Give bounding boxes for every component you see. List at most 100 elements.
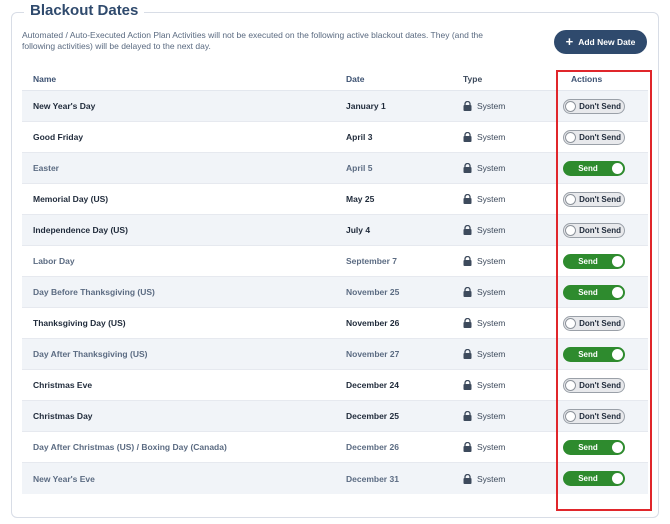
type-label: System: [477, 380, 506, 390]
lock-icon: [463, 101, 472, 111]
action-cell: Don't Send: [563, 315, 648, 331]
table-row: Memorial Day (US) May 25 System Don't Send: [22, 184, 648, 215]
send-toggle[interactable]: Send: [563, 346, 625, 362]
action-cell: Send: [563, 471, 648, 486]
holiday-date: September 7: [346, 256, 398, 266]
holiday-name: Easter: [33, 163, 59, 173]
lock-icon: [463, 318, 472, 328]
toggle-label: Send: [578, 474, 598, 483]
holiday-date: May 25: [346, 194, 375, 204]
action-cell: Send: [563, 346, 648, 362]
toggle-label: Don't Send: [579, 380, 621, 390]
toggle-label: Don't Send: [579, 318, 621, 328]
send-toggle[interactable]: Don't Send: [563, 129, 625, 145]
action-cell: Send: [563, 284, 648, 300]
type-label: System: [477, 132, 506, 142]
action-cell: Don't Send: [563, 377, 648, 393]
toggle-knob: [612, 255, 623, 267]
panel-title: Blackout Dates: [24, 2, 145, 19]
action-cell: Don't Send: [563, 98, 648, 114]
holiday-date: December 24: [346, 380, 399, 390]
send-toggle[interactable]: Send: [563, 284, 625, 300]
table-row: Day After Christmas (US) / Boxing Day (C…: [22, 432, 648, 463]
type-label: System: [477, 411, 506, 421]
holiday-name: Good Friday: [33, 132, 84, 142]
lock-icon: [463, 132, 472, 142]
send-toggle[interactable]: Don't Send: [563, 408, 625, 424]
lock-icon: [463, 225, 472, 235]
toggle-label: Don't Send: [579, 101, 621, 111]
add-new-date-button[interactable]: + Add New Date: [554, 30, 647, 54]
send-toggle[interactable]: Send: [563, 253, 625, 269]
holiday-name: Day After Christmas (US) / Boxing Day (C…: [33, 442, 227, 452]
add-new-date-label: Add New Date: [578, 37, 636, 47]
toggle-label: Send: [578, 442, 598, 452]
holiday-type: System: [463, 132, 563, 142]
send-toggle[interactable]: Send: [563, 439, 625, 455]
toggle-knob: [612, 162, 623, 174]
holiday-type: System: [463, 473, 563, 484]
holiday-type: System: [463, 101, 563, 111]
type-label: System: [477, 287, 506, 297]
type-label: System: [477, 349, 506, 359]
column-header-date: Date: [346, 74, 365, 84]
lock-icon: [463, 287, 472, 297]
holiday-date: November 26: [346, 318, 400, 328]
type-label: System: [477, 163, 506, 173]
toggle-label: Don't Send: [579, 411, 621, 421]
holiday-name: Day After Thanksgiving (US): [33, 349, 148, 359]
send-toggle[interactable]: Don't Send: [563, 191, 625, 207]
table-row: Thanksgiving Day (US) November 26 System Do…: [22, 308, 648, 339]
send-toggle[interactable]: Don't Send: [563, 222, 625, 238]
table-row: Good Friday April 3 System Don't Send: [22, 122, 648, 153]
table-row: Day After Thanksgiving (US) November 27 Sy…: [22, 339, 648, 370]
toggle-label: Send: [578, 256, 598, 266]
toggle-label: Send: [578, 349, 598, 359]
table-row: New Year's Day January 1 System Don't Send: [22, 91, 648, 122]
send-toggle[interactable]: Don't Send: [563, 98, 625, 114]
holiday-date: April 3: [346, 132, 373, 142]
lock-icon: [463, 256, 472, 266]
holiday-name: Christmas Day: [33, 411, 93, 421]
lock-icon: [463, 380, 472, 390]
holiday-date: January 1: [346, 101, 386, 111]
type-label: System: [477, 194, 506, 204]
holiday-type: System: [463, 380, 563, 390]
action-cell: Send: [563, 160, 648, 176]
table-row: Day Before Thanksgiving (US) November 25 S…: [22, 277, 648, 308]
send-toggle[interactable]: Send: [563, 471, 625, 486]
holiday-type: System: [463, 411, 563, 421]
holiday-name: New Year's Day: [33, 101, 96, 111]
toggle-label: Don't Send: [579, 194, 621, 204]
action-cell: Don't Send: [563, 408, 648, 424]
send-toggle[interactable]: Don't Send: [563, 315, 625, 331]
holiday-name: Labor Day: [33, 256, 75, 266]
action-cell: Don't Send: [563, 191, 648, 207]
holiday-name: Christmas Eve: [33, 380, 93, 390]
holiday-date: July 4: [346, 225, 371, 235]
lock-icon: [463, 442, 472, 452]
holiday-name: Independence Day (US): [33, 225, 128, 235]
holiday-type: System: [463, 225, 563, 235]
holiday-name: Thanksgiving Day (US): [33, 318, 126, 328]
toggle-knob: [612, 441, 623, 453]
send-toggle[interactable]: Send: [563, 160, 625, 176]
type-label: System: [477, 101, 506, 111]
action-cell: Send: [563, 439, 648, 455]
toggle-label: Send: [578, 287, 598, 297]
holiday-date: December 26: [346, 442, 399, 452]
table-row: Christmas Day December 25 System Don't Send: [22, 401, 648, 432]
table-body: New Year's Day January 1 System Don't Send G…: [22, 91, 648, 494]
toggle-knob: [565, 317, 576, 329]
toggle-label: Don't Send: [579, 132, 621, 142]
toggle-knob: [565, 379, 576, 391]
holiday-name: New Year's Eve: [33, 473, 95, 484]
action-cell: Don't Send: [563, 129, 648, 145]
send-toggle[interactable]: Don't Send: [563, 377, 625, 393]
holiday-date: April 5: [346, 163, 373, 173]
column-header-name: Name: [33, 74, 57, 84]
action-cell: Send: [563, 253, 648, 269]
holiday-type: System: [463, 163, 563, 173]
lock-icon: [463, 473, 472, 484]
action-cell: Don't Send: [563, 222, 648, 238]
